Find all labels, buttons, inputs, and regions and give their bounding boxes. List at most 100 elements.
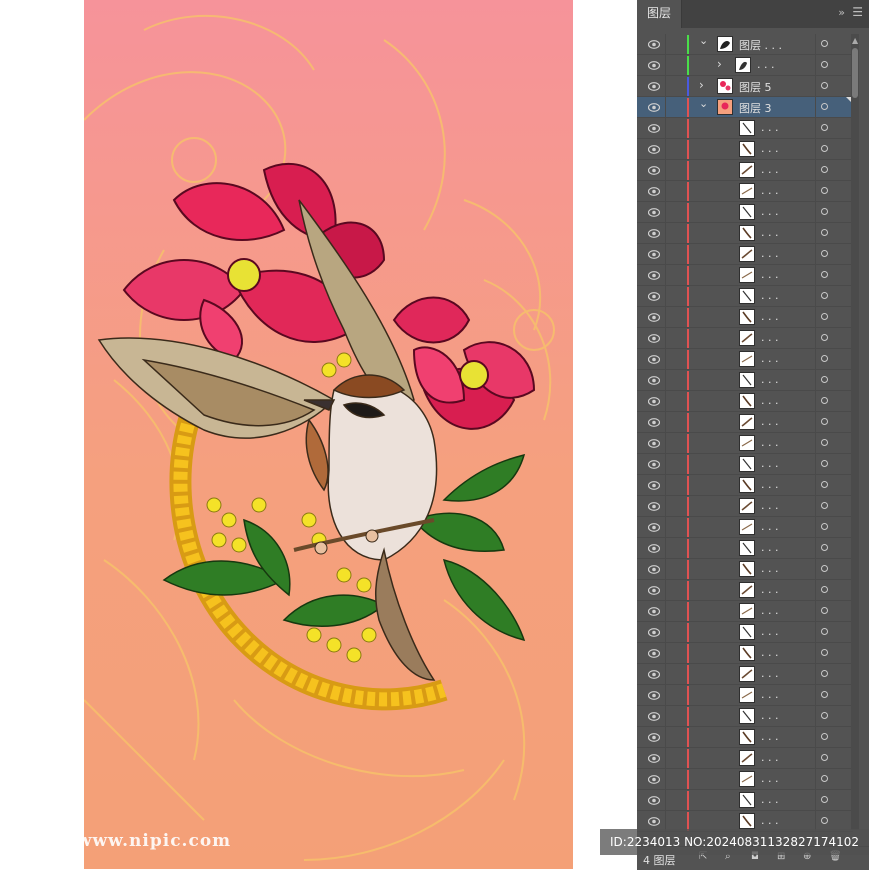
- target-circle-icon[interactable]: [821, 712, 828, 719]
- eye-visibility-icon[interactable]: [647, 270, 661, 280]
- layer-row[interactable]: ⌄ 图层 3: [637, 97, 853, 118]
- eye-visibility-icon[interactable]: [647, 102, 661, 112]
- sublayer-row[interactable]: . . .: [637, 664, 853, 685]
- eye-visibility-icon[interactable]: [647, 165, 661, 175]
- sublayer-row[interactable]: . . .: [637, 706, 853, 727]
- eye-visibility-icon[interactable]: [647, 522, 661, 532]
- sublayer-row[interactable]: . . .: [637, 454, 853, 475]
- sublayer-row[interactable]: . . .: [637, 286, 853, 307]
- sublayer-row[interactable]: . . .: [637, 580, 853, 601]
- chevron-right-icon[interactable]: ›: [699, 78, 704, 92]
- sublayer-row[interactable]: . . .: [637, 349, 853, 370]
- eye-visibility-icon[interactable]: [647, 438, 661, 448]
- target-circle-icon[interactable]: [821, 775, 828, 782]
- target-circle-icon[interactable]: [821, 82, 828, 89]
- eye-visibility-icon[interactable]: [647, 60, 661, 70]
- eye-visibility-icon[interactable]: [647, 480, 661, 490]
- hamburger-menu-icon[interactable]: ☰: [852, 5, 863, 19]
- sublayer-row[interactable]: . . .: [637, 538, 853, 559]
- sublayer-row[interactable]: . . .: [637, 727, 853, 748]
- sublayer-row[interactable]: . . .: [637, 244, 853, 265]
- target-circle-icon[interactable]: [821, 334, 828, 341]
- sublayer-row[interactable]: . . .: [637, 643, 853, 664]
- eye-visibility-icon[interactable]: [647, 228, 661, 238]
- target-circle-icon[interactable]: [821, 502, 828, 509]
- target-circle-icon[interactable]: [821, 103, 828, 110]
- target-circle-icon[interactable]: [821, 439, 828, 446]
- target-circle-icon[interactable]: [821, 544, 828, 551]
- sublayer-row[interactable]: . . .: [637, 370, 853, 391]
- sublayer-row[interactable]: . . .: [637, 748, 853, 769]
- sublayer-row[interactable]: . . .: [637, 412, 853, 433]
- target-circle-icon[interactable]: [821, 397, 828, 404]
- target-circle-icon[interactable]: [821, 817, 828, 824]
- artwork-canvas[interactable]: [84, 0, 573, 869]
- target-circle-icon[interactable]: [821, 166, 828, 173]
- sublayer-row[interactable]: . . .: [637, 118, 853, 139]
- sublayer-row[interactable]: . . .: [637, 601, 853, 622]
- target-circle-icon[interactable]: [821, 40, 828, 47]
- target-circle-icon[interactable]: [821, 649, 828, 656]
- sublayer-row[interactable]: . . .: [637, 139, 853, 160]
- target-circle-icon[interactable]: [821, 733, 828, 740]
- target-circle-icon[interactable]: [821, 124, 828, 131]
- target-circle-icon[interactable]: [821, 565, 828, 572]
- double-chevron-right-icon[interactable]: »: [838, 6, 845, 19]
- eye-visibility-icon[interactable]: [647, 774, 661, 784]
- eye-visibility-icon[interactable]: [647, 396, 661, 406]
- chevron-down-icon[interactable]: ⌄: [699, 97, 708, 110]
- target-circle-icon[interactable]: [821, 586, 828, 593]
- sublayer-row[interactable]: . . .: [637, 223, 853, 244]
- target-circle-icon[interactable]: [821, 607, 828, 614]
- eye-visibility-icon[interactable]: [647, 354, 661, 364]
- sublayer-row[interactable]: . . .: [637, 517, 853, 538]
- eye-visibility-icon[interactable]: [647, 690, 661, 700]
- target-circle-icon[interactable]: [821, 796, 828, 803]
- layer-row[interactable]: › . . .: [637, 55, 853, 76]
- target-circle-icon[interactable]: [821, 313, 828, 320]
- eye-visibility-icon[interactable]: [647, 333, 661, 343]
- scroll-up-icon[interactable]: ▲: [852, 36, 858, 45]
- sublayer-row[interactable]: . . .: [637, 559, 853, 580]
- target-circle-icon[interactable]: [821, 271, 828, 278]
- eye-visibility-icon[interactable]: [647, 417, 661, 427]
- eye-visibility-icon[interactable]: [647, 249, 661, 259]
- target-circle-icon[interactable]: [821, 754, 828, 761]
- sublayer-row[interactable]: . . .: [637, 685, 853, 706]
- target-circle-icon[interactable]: [821, 355, 828, 362]
- eye-visibility-icon[interactable]: [647, 144, 661, 154]
- sublayer-row[interactable]: . . .: [637, 433, 853, 454]
- eye-visibility-icon[interactable]: [647, 291, 661, 301]
- sublayer-row[interactable]: . . .: [637, 391, 853, 412]
- tab-layers[interactable]: 图层: [637, 0, 682, 28]
- target-circle-icon[interactable]: [821, 691, 828, 698]
- sublayer-row[interactable]: . . .: [637, 181, 853, 202]
- sublayer-row[interactable]: . . .: [637, 160, 853, 181]
- sublayer-row[interactable]: . . .: [637, 202, 853, 223]
- eye-visibility-icon[interactable]: [647, 753, 661, 763]
- scrollbar-thumb[interactable]: [852, 48, 858, 98]
- chevron-down-icon[interactable]: ⌄: [699, 34, 708, 47]
- chevron-right-icon[interactable]: ›: [717, 57, 722, 71]
- eye-visibility-icon[interactable]: [647, 459, 661, 469]
- eye-visibility-icon[interactable]: [647, 711, 661, 721]
- eye-visibility-icon[interactable]: [647, 123, 661, 133]
- eye-visibility-icon[interactable]: [647, 585, 661, 595]
- target-circle-icon[interactable]: [821, 628, 828, 635]
- target-circle-icon[interactable]: [821, 670, 828, 677]
- target-circle-icon[interactable]: [821, 187, 828, 194]
- target-circle-icon[interactable]: [821, 481, 828, 488]
- layer-row[interactable]: ⌄ 图层 . . .: [637, 34, 853, 55]
- eye-visibility-icon[interactable]: [647, 669, 661, 679]
- eye-visibility-icon[interactable]: [647, 39, 661, 49]
- eye-visibility-icon[interactable]: [647, 648, 661, 658]
- eye-visibility-icon[interactable]: [647, 606, 661, 616]
- sublayer-row[interactable]: . . .: [637, 769, 853, 790]
- eye-visibility-icon[interactable]: [647, 816, 661, 826]
- layer-row[interactable]: › 图层 5: [637, 76, 853, 97]
- eye-visibility-icon[interactable]: [647, 732, 661, 742]
- eye-visibility-icon[interactable]: [647, 501, 661, 511]
- sublayer-row[interactable]: . . .: [637, 265, 853, 286]
- sublayer-row[interactable]: . . .: [637, 307, 853, 328]
- eye-visibility-icon[interactable]: [647, 795, 661, 805]
